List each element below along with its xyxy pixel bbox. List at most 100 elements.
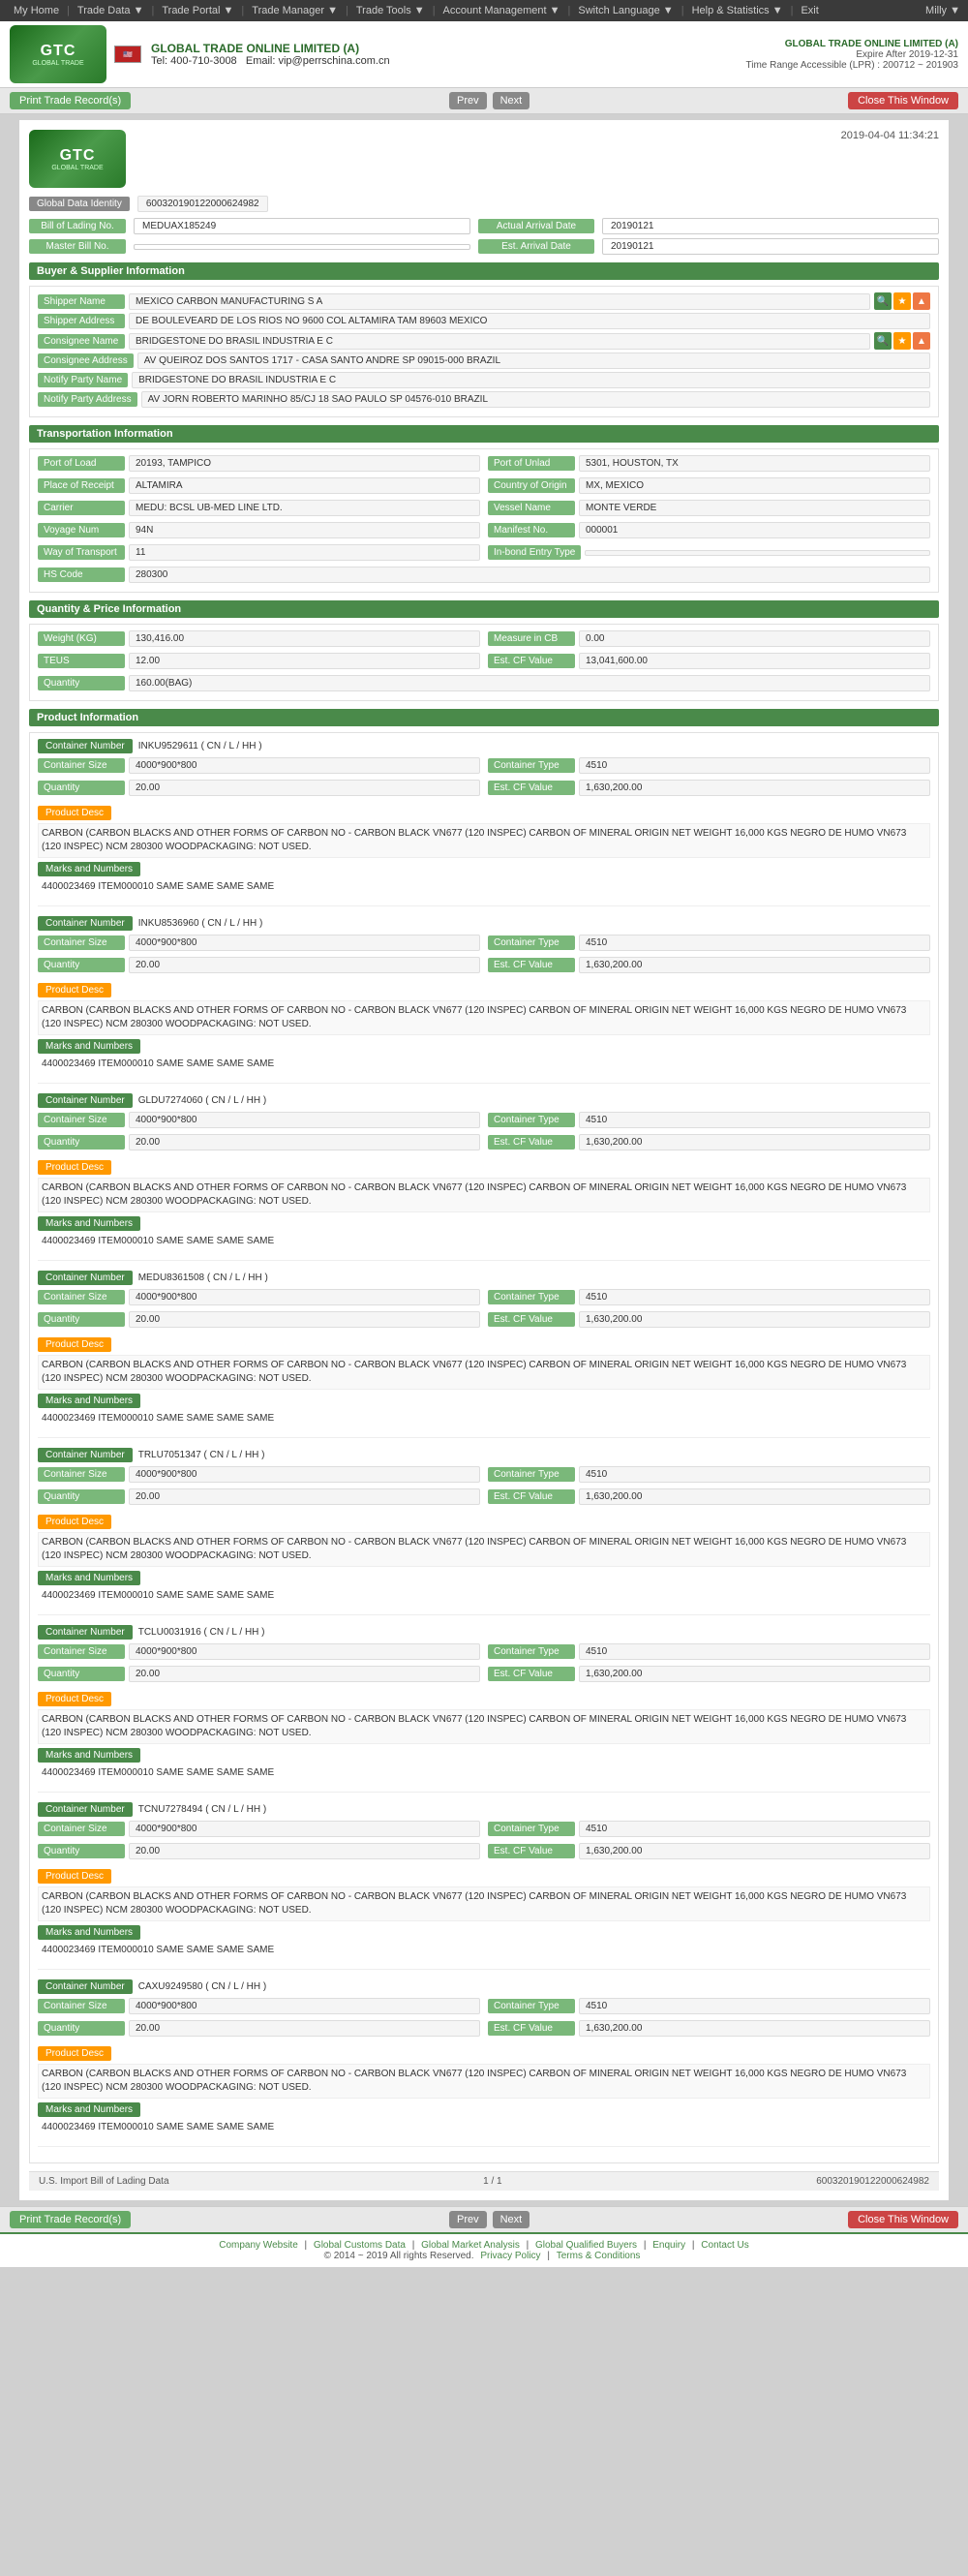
est-cf-label: Est. CF Value [488,654,575,668]
nav-trade-tools[interactable]: Trade Tools ▼ [350,3,431,18]
footer-copyright: © 2014 ~ 2019 All rights Reserved. Priva… [10,2251,958,2261]
footer-global-customs[interactable]: Global Customs Data [314,2240,406,2251]
container-size-row-3: Container Size 4000*900*800 Container Ty… [38,1289,930,1308]
nav-exit[interactable]: Exit [795,3,824,18]
gtc-logo: GTC GLOBAL TRADE [10,25,106,83]
container-estcf-value-6: 1,630,200.00 [579,1843,930,1859]
main-content: GTC GLOBAL TRADE 2019-04-04 11:34:21 Glo… [19,120,949,2200]
est-arrival-label: Est. Arrival Date [478,239,594,254]
manifest-pair: Manifest No. 000001 [488,522,930,538]
inbond-label: In-bond Entry Type [488,545,581,560]
consignee-star-icon[interactable]: ★ [893,332,911,350]
container-qty-label-2: Quantity [38,1135,125,1150]
container-size-label-2: Container Size [38,1113,125,1127]
footer-contact[interactable]: Contact Us [701,2240,748,2251]
transport-row4: Voyage Num 94N Manifest No. 000001 [38,522,930,541]
buyer-supplier-section: Shipper Name MEXICO CARBON MANUFACTURING… [29,286,939,417]
footer-terms[interactable]: Terms & Conditions [557,2251,641,2261]
container-block-7: Container Number CAXU9249580 ( CN / L / … [38,1979,930,2147]
marks-text-7: 4400023469 ITEM000010 SAME SAME SAME SAM… [38,2120,930,2134]
nav-help-statistics[interactable]: Help & Statistics ▼ [686,3,789,18]
consignee-arrow-icon[interactable]: ▲ [913,332,930,350]
marks-text-3: 4400023469 ITEM000010 SAME SAME SAME SAM… [38,1411,930,1426]
user-menu[interactable]: Milly ▼ [925,5,960,16]
marks-text-6: 4400023469 ITEM000010 SAME SAME SAME SAM… [38,1943,930,1957]
shipper-arrow-icon[interactable]: ▲ [913,292,930,310]
consignee-search-icon[interactable]: 🔍 [874,332,892,350]
container-size-row-4: Container Size 4000*900*800 Container Ty… [38,1466,930,1486]
gtc-logo-subtext: GLOBAL TRADE [32,60,83,67]
footer-global-market[interactable]: Global Market Analysis [421,2240,520,2251]
cn-row-6: Container Number TCNU7278494 ( CN / L / … [38,1802,930,1817]
hs-code-label: HS Code [38,567,125,582]
container-size-label-1: Container Size [38,935,125,950]
company-info: GLOBAL TRADE ONLINE LIMITED (A) Tel: 400… [151,42,390,67]
footer-privacy[interactable]: Privacy Policy [480,2251,540,2261]
company-name: GLOBAL TRADE ONLINE LIMITED (A) [151,42,390,55]
cn-row-2: Container Number GLDU7274060 ( CN / L / … [38,1093,930,1108]
container-type-label-4: Container Type [488,1467,575,1482]
container-block-3: Container Number MEDU8361508 ( CN / L / … [38,1271,930,1438]
nav-sep-2: | [151,5,154,16]
consignee-name-row: Consignee Name BRIDGESTONE DO BRASIL IND… [38,332,930,350]
container-size-value-1: 4000*900*800 [129,935,480,951]
hs-code-row: HS Code 280300 [38,567,930,583]
nav-trade-data[interactable]: Trade Data ▼ [72,3,150,18]
nav-trade-manager[interactable]: Trade Manager ▼ [246,3,344,18]
container-qty-value-1: 20.00 [129,957,480,973]
container-type-value-3: 4510 [579,1289,930,1305]
footer-qualified-buyers[interactable]: Global Qualified Buyers [535,2240,637,2251]
product-desc-block-6: Product Desc CARBON (CARBON BLACKS AND O… [38,1865,930,1921]
nav-sep-4: | [346,5,348,16]
inbond-pair: In-bond Entry Type [488,544,930,561]
manifest-value: 000001 [579,522,930,538]
product-desc-label-3: Product Desc [38,1337,111,1352]
nav-trade-portal[interactable]: Trade Portal ▼ [156,3,239,18]
page-info: 1 / 1 [169,2176,817,2187]
hs-code-value: 280300 [129,567,930,583]
container-estcf-value-1: 1,630,200.00 [579,957,930,973]
footer-company-website[interactable]: Company Website [219,2240,298,2251]
container-type-value-0: 4510 [579,757,930,774]
close-button[interactable]: Close This Window [848,92,958,109]
bottom-close-button[interactable]: Close This Window [848,2211,958,2228]
container-size-value-2: 4000*900*800 [129,1112,480,1128]
header-bar: GTC GLOBAL TRADE 🇺🇸 GLOBAL TRADE ONLINE … [0,21,968,88]
container-size-label-7: Container Size [38,1999,125,2013]
shipper-search-icon[interactable]: 🔍 [874,292,892,310]
container-qty-row-5: Quantity 20.00 Est. CF Value 1,630,200.0… [38,1666,930,1685]
notify-address-label: Notify Party Address [38,392,137,407]
transportation-header: Transportation Information [29,425,939,443]
container-estcf-label-3: Est. CF Value [488,1312,575,1327]
prev-button[interactable]: Prev [449,92,487,109]
country-origin-value: MX, MEXICO [579,477,930,494]
bottom-print-button[interactable]: Print Trade Record(s) [10,2211,131,2228]
nav-my-home[interactable]: My Home [8,3,65,18]
next-button[interactable]: Next [493,92,530,109]
bottom-next-button[interactable]: Next [493,2211,530,2228]
country-origin-label: Country of Origin [488,478,575,493]
notify-name-label: Notify Party Name [38,373,128,387]
print-button[interactable]: Print Trade Record(s) [10,92,131,109]
marks-text-4: 4400023469 ITEM000010 SAME SAME SAME SAM… [38,1588,930,1603]
footer-enquiry[interactable]: Enquiry [652,2240,685,2251]
container-qty-label-5: Quantity [38,1667,125,1681]
container-block-6: Container Number TCNU7278494 ( CN / L / … [38,1802,930,1970]
shipper-address-row: Shipper Address DE BOULEVEARD DE LOS RIO… [38,313,930,329]
container-estcf-label-7: Est. CF Value [488,2021,575,2036]
nav-account-management[interactable]: Account Management ▼ [438,3,566,18]
container-size-label-5: Container Size [38,1644,125,1659]
transport-row3: Carrier MEDU: BCSL UB-MED LINE LTD. Vess… [38,500,930,519]
bottom-prev-button[interactable]: Prev [449,2211,487,2228]
nav-switch-language[interactable]: Switch Language ▼ [572,3,679,18]
teus-label: TEUS [38,654,125,668]
cn-value-3: MEDU8361508 ( CN / L / HH ) [138,1273,268,1283]
shipper-star-icon[interactable]: ★ [893,292,911,310]
port-unlad-pair: Port of Unlad 5301, HOUSTON, TX [488,455,930,472]
port-load-label: Port of Load [38,456,125,471]
container-type-value-7: 4510 [579,1998,930,2014]
cn-row-7: Container Number CAXU9249580 ( CN / L / … [38,1979,930,1994]
bottom-doc-footer: U.S. Import Bill of Lading Data 1 / 1 60… [29,2171,939,2191]
est-arrival-value: 20190121 [602,238,939,255]
container-qty-value-4: 20.00 [129,1488,480,1505]
